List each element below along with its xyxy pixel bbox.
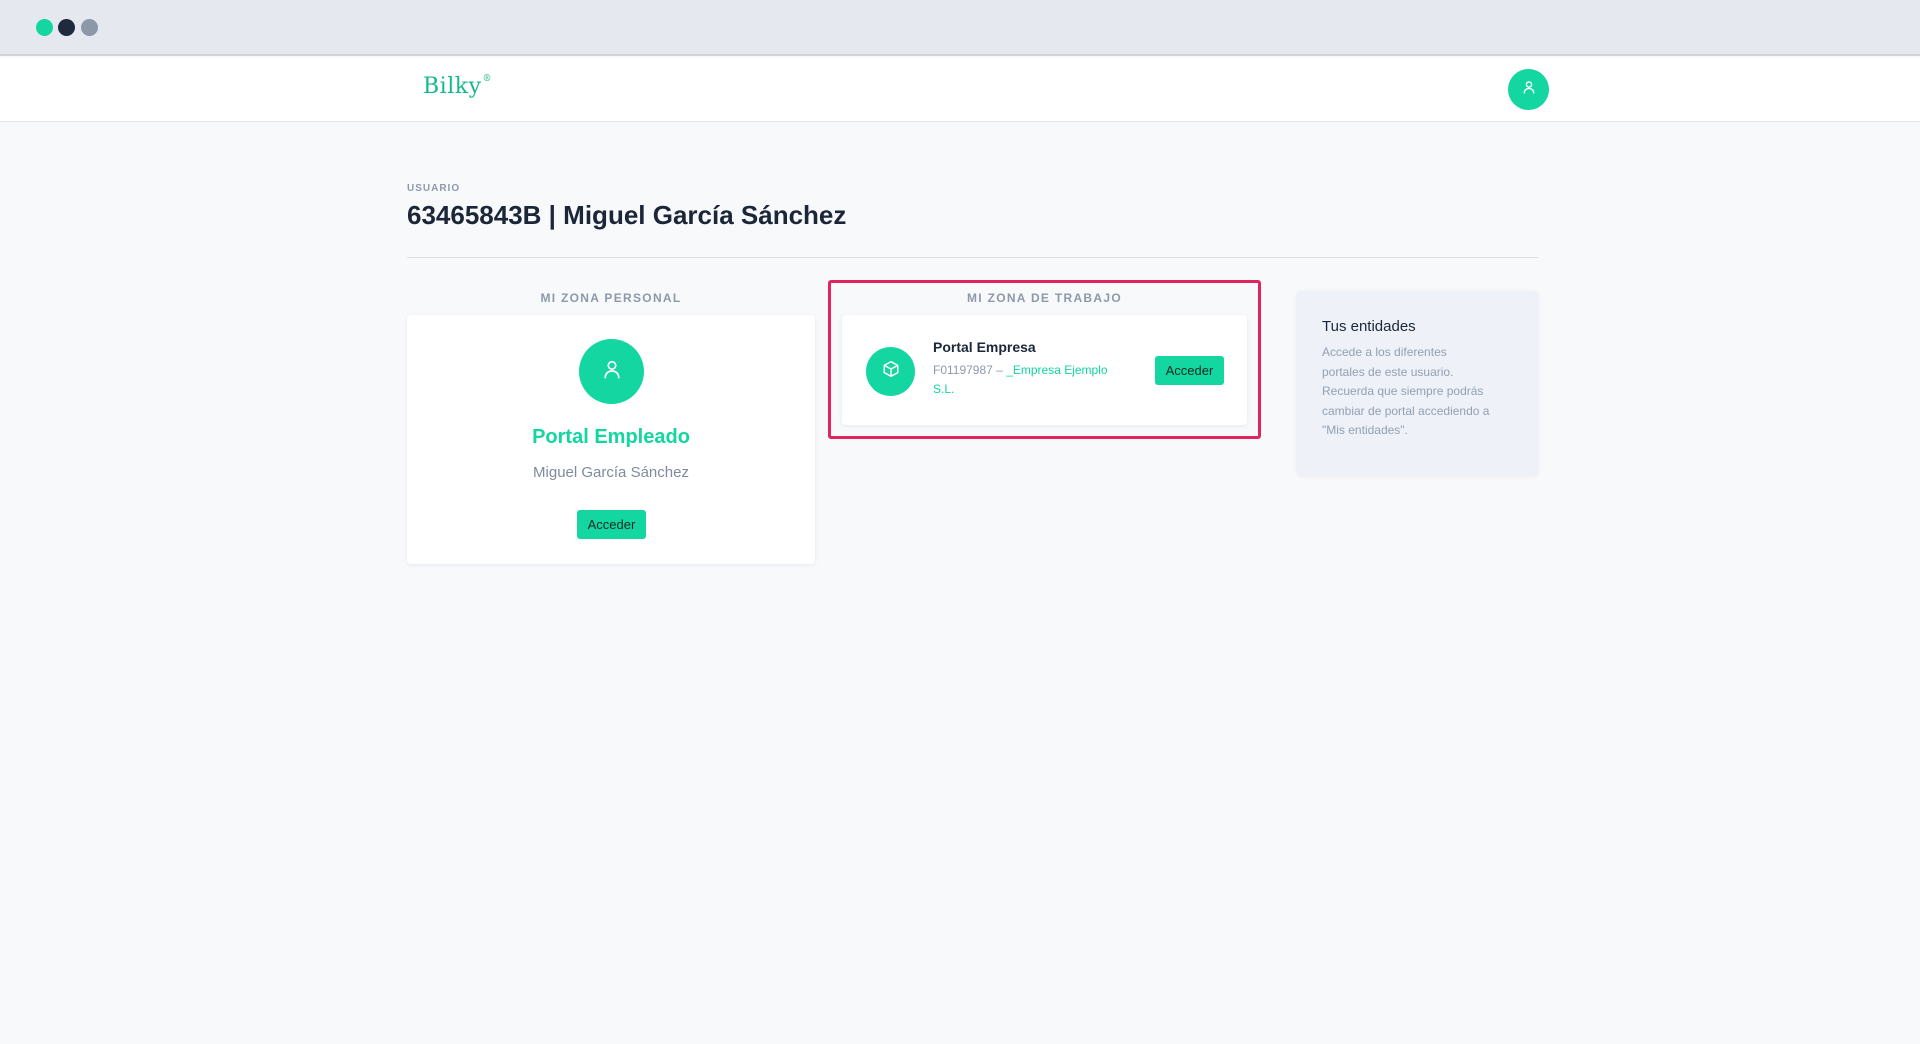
- entities-desc-line: cambiar de portal accediendo a: [1322, 403, 1490, 418]
- page-eyebrow: USUARIO: [407, 183, 461, 194]
- personal-zone-label: MI ZONA PERSONAL: [540, 291, 682, 305]
- portal-empresa-title: Portal Empresa: [933, 339, 1036, 355]
- company-id: F01197987 –: [933, 363, 1003, 377]
- portal-empleado-access-button[interactable]: Acceder: [577, 510, 646, 539]
- company-name-line1[interactable]: _Empresa Ejemplo: [1006, 363, 1107, 377]
- entities-desc-line: Recuerda que siempre podrás: [1322, 384, 1484, 398]
- entities-info-panel: Tus entidades Accede a los diferentes po…: [1297, 291, 1538, 475]
- portal-empresa-company: F01197987 – _Empresa Ejemplo S.L.: [933, 361, 1133, 399]
- cube-icon: [882, 360, 900, 383]
- entities-panel-description: Accede a los diferentes portales de este…: [1322, 343, 1532, 441]
- user-icon: [602, 359, 622, 384]
- portal-empleado-username: Miguel García Sánchez: [533, 464, 689, 481]
- bilky-logo[interactable]: Bilky®: [423, 74, 492, 99]
- user-icon: [1522, 80, 1536, 99]
- entities-panel-title: Tus entidades: [1322, 318, 1416, 335]
- company-name-line2[interactable]: S.L.: [933, 382, 954, 396]
- entities-desc-line: "Mis entidades".: [1322, 423, 1408, 437]
- browser-chrome: [0, 0, 1920, 56]
- header-divider: [407, 257, 1538, 258]
- portal-empresa-card: Portal Empresa F01197987 – _Empresa Ejem…: [842, 315, 1247, 425]
- entities-desc-line: portales de este usuario.: [1322, 364, 1454, 379]
- work-zone-label: MI ZONA DE TRABAJO: [967, 291, 1122, 305]
- logo-mark: ®: [482, 73, 492, 84]
- window-close-dot[interactable]: [36, 19, 53, 36]
- logo-text: Bilky: [423, 74, 482, 99]
- portal-empresa-avatar: [866, 347, 915, 396]
- portal-empresa-access-button[interactable]: Acceder: [1155, 356, 1224, 385]
- entities-desc-line: Accede a los diferentes: [1322, 345, 1447, 359]
- window-maximize-dot[interactable]: [81, 19, 98, 36]
- page-title: 63465843B | Miguel García Sánchez: [407, 200, 847, 230]
- portal-empleado-avatar: [579, 339, 644, 404]
- app-header: Bilky®: [0, 58, 1920, 122]
- user-menu-button[interactable]: [1508, 69, 1549, 110]
- window-minimize-dot[interactable]: [58, 19, 75, 36]
- portal-empleado-title: Portal Empleado: [532, 426, 690, 448]
- portal-empleado-card: Portal Empleado Miguel García Sánchez Ac…: [407, 315, 815, 564]
